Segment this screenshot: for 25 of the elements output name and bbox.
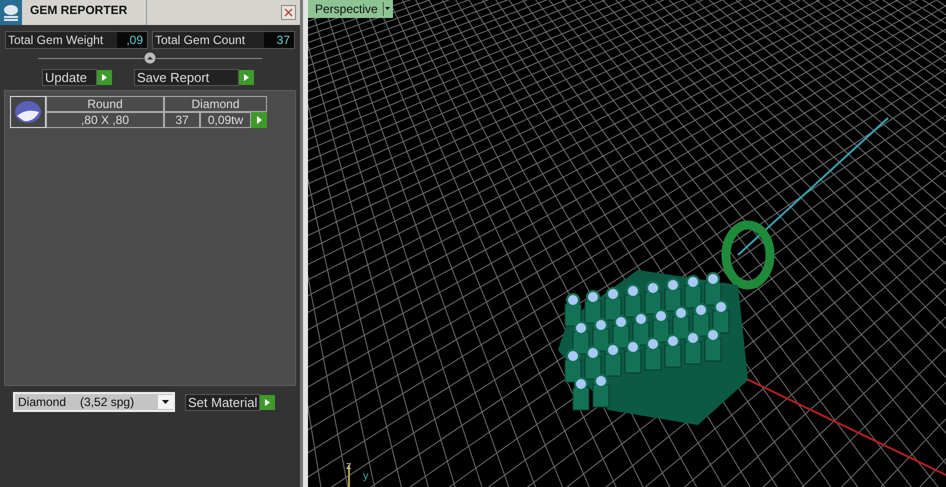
- table-cell: Round: [46, 96, 164, 112]
- stat-label: Total Gem Count: [154, 32, 246, 48]
- table-cell: ,80 X ,80: [46, 112, 164, 128]
- table-cell: 0,09tw: [200, 112, 251, 128]
- panel-title: GEM REPORTER: [30, 2, 128, 19]
- 3d-viewport[interactable]: Perspective z y: [308, 0, 946, 487]
- axis-label: y: [363, 471, 368, 482]
- table-cell: Diamond: [164, 96, 267, 112]
- stat-value: 37: [264, 32, 294, 48]
- collapse-icon[interactable]: [144, 52, 156, 64]
- report-button[interactable]: Update: [42, 69, 97, 86]
- table-cell: 37: [164, 112, 200, 128]
- stat-value: ,09: [117, 32, 147, 48]
- material-dropdown[interactable]: Diamond (3,52 spg): [13, 392, 175, 412]
- caret-icon: [382, 2, 391, 16]
- axis-label: z: [346, 461, 352, 472]
- axis-line: [348, 465, 350, 487]
- close-button[interactable]: [281, 5, 296, 20]
- report-button[interactable]: Save Report: [134, 69, 239, 86]
- close-icon: [284, 8, 293, 17]
- view-dropdown[interactable]: Perspective: [308, 0, 393, 18]
- stat-label: Total Gem Weight: [7, 32, 104, 48]
- app-icon: [0, 0, 22, 25]
- set-material-button[interactable]: Set Material: [185, 394, 260, 410]
- play-icon[interactable]: [260, 394, 276, 410]
